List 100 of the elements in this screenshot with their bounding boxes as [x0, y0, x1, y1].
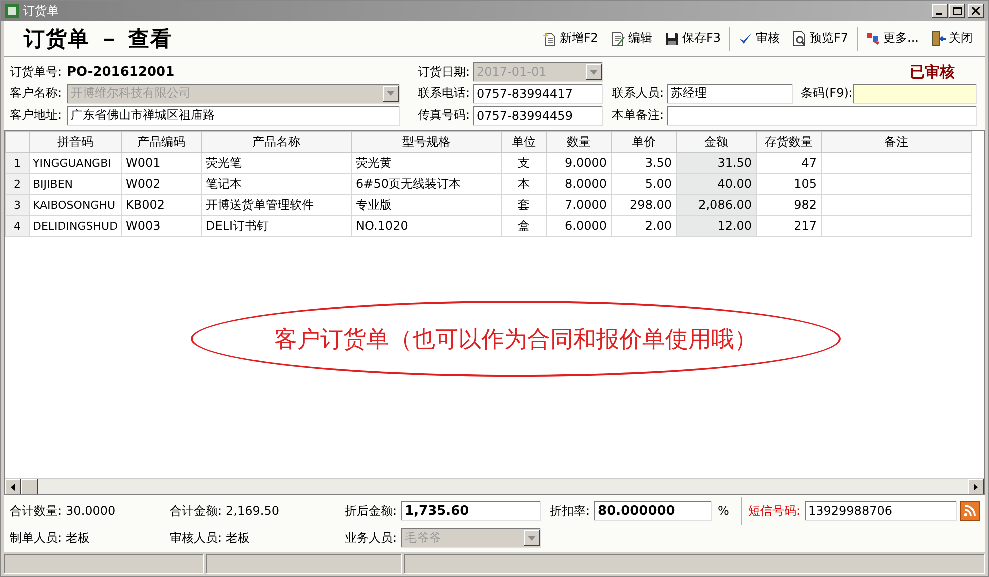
scroll-left-button[interactable] [5, 479, 21, 494]
field-label: 条码(F9): [801, 85, 853, 102]
more-icon [866, 30, 882, 46]
text-field[interactable] [667, 106, 977, 126]
column-header[interactable]: 存货数量 [756, 132, 822, 152]
toolbar-button[interactable]: 审核 [732, 28, 786, 49]
app-icon [5, 4, 19, 18]
field-label: 审核人员: [170, 530, 222, 546]
minimize-button[interactable] [932, 4, 948, 18]
table-cell: 47 [756, 152, 822, 174]
table-cell: 40.00 [676, 174, 757, 194]
table-cell: 9.0000 [546, 152, 612, 174]
creator-name: 老板 [66, 530, 90, 546]
row-number: 3 [6, 194, 30, 216]
toolbar-button[interactable]: 保存F3 [658, 28, 727, 49]
total-quantity: 30.0000 [66, 504, 116, 518]
table-cell: 8.0000 [546, 174, 612, 194]
annotation-text: 客户订货单（也可以作为合同和报价单使用哦） [274, 326, 758, 354]
table-cell: 105 [756, 174, 822, 194]
window-title: 订货单 [23, 2, 60, 20]
scrollbar-thumb[interactable] [21, 479, 38, 494]
table-cell: 6.0000 [546, 216, 612, 236]
caret-icon [387, 91, 395, 96]
column-header[interactable]: 备注 [822, 132, 972, 152]
field-label: 折后金额: [345, 502, 398, 520]
toolbar-button[interactable]: 关闭 [925, 28, 979, 49]
rss-icon[interactable] [960, 501, 980, 521]
row-number: 1 [6, 152, 30, 174]
percent-sign: % [718, 504, 730, 518]
column-header[interactable]: 型号规格 [352, 132, 502, 152]
right-arrow-icon [974, 484, 978, 490]
table-cell: 开博送货单管理软件 [202, 194, 352, 216]
table-cell: 31.50 [676, 152, 757, 174]
page-title: 订货单 － 查看 [24, 26, 174, 52]
table-cell: 笔记本 [202, 174, 352, 194]
toolbar-button[interactable]: 预览F7 [786, 28, 855, 49]
column-header[interactable]: 单价 [612, 132, 677, 152]
left-arrow-icon [11, 484, 15, 490]
table-cell: 本 [502, 174, 547, 194]
column-header[interactable]: 产品编码 [122, 132, 202, 152]
row-number: 2 [6, 174, 30, 194]
table-cell: 荧光黄 [352, 152, 502, 174]
field-label: 订货单号: [10, 64, 64, 80]
text-field[interactable]: 广东省佛山市禅城区祖庙路 [67, 106, 400, 126]
approver-name: 老板 [226, 530, 250, 546]
field-label: 短信号码: [748, 502, 800, 520]
text-field[interactable]: 0757-83994417 [473, 84, 603, 104]
table-cell: YINGGUANGBI [30, 152, 122, 174]
table-cell: NO.1020 [352, 216, 502, 236]
field-label: 客户名称: [10, 85, 64, 102]
table-cell: 217 [756, 216, 822, 236]
table-cell: BIJIBEN [30, 174, 122, 194]
field-label: 客户地址: [10, 107, 64, 124]
preview-icon [792, 30, 808, 46]
field-label: 折扣率: [550, 502, 590, 520]
order-number: PO-201612001 [67, 64, 176, 80]
table-cell: 7.0000 [546, 194, 612, 216]
field-label: 联系人员: [612, 85, 666, 102]
column-header[interactable]: 数量 [546, 132, 612, 152]
table-cell: 盒 [502, 216, 547, 236]
table-cell: 2,086.00 [676, 194, 757, 216]
caret-icon [528, 536, 536, 540]
field-label: 联系电话: [418, 85, 472, 102]
text-field[interactable]: 13929988706 [804, 501, 956, 521]
field-label: 制单人员: [10, 530, 62, 546]
table-cell: 支 [502, 152, 547, 174]
table-cell: 12.00 [676, 216, 757, 236]
text-field[interactable]: 1,735.60 [401, 501, 542, 521]
text-field[interactable]: 0757-83994459 [473, 106, 603, 126]
text-field[interactable]: 80.000000 [594, 501, 712, 521]
status-label: 已审核 [910, 62, 955, 82]
field-label: 本单备注: [612, 107, 666, 124]
table-cell: KB002 [122, 194, 202, 216]
text-field[interactable]: 苏经理 [667, 84, 793, 104]
field-label: 订货日期: [418, 64, 472, 80]
table-cell: W003 [122, 216, 202, 236]
scroll-right-button[interactable] [968, 479, 984, 494]
table-cell: 6#50页无线装订本 [352, 174, 502, 194]
new-document-icon [542, 30, 558, 46]
text-field[interactable] [853, 84, 977, 104]
table-cell: DELI订书钉 [202, 216, 352, 236]
toolbar-button[interactable]: 新增F2 [536, 28, 604, 49]
maximize-button[interactable] [949, 4, 965, 18]
edit-document-icon [610, 30, 626, 46]
toolbar-button[interactable]: 更多... [860, 28, 925, 49]
table-cell: W002 [122, 174, 202, 194]
field-label: 传真号码: [418, 107, 472, 124]
close-button[interactable] [968, 4, 984, 18]
toolbar-button[interactable]: 编辑 [604, 28, 658, 49]
column-header[interactable]: 产品名称 [202, 132, 352, 152]
table-cell: KAIBOSONGHU [30, 194, 122, 216]
table-cell: DELIDINGSHUD [30, 216, 122, 236]
table-cell: 荧光笔 [202, 152, 352, 174]
exit-door-icon [931, 30, 947, 46]
column-header[interactable]: 金额 [676, 132, 757, 152]
row-number: 4 [6, 216, 30, 236]
column-header[interactable]: 单位 [502, 132, 547, 152]
caret-icon [590, 70, 598, 74]
column-header[interactable]: 拼音码 [30, 132, 122, 152]
field-label: 合计金额: [170, 502, 222, 520]
